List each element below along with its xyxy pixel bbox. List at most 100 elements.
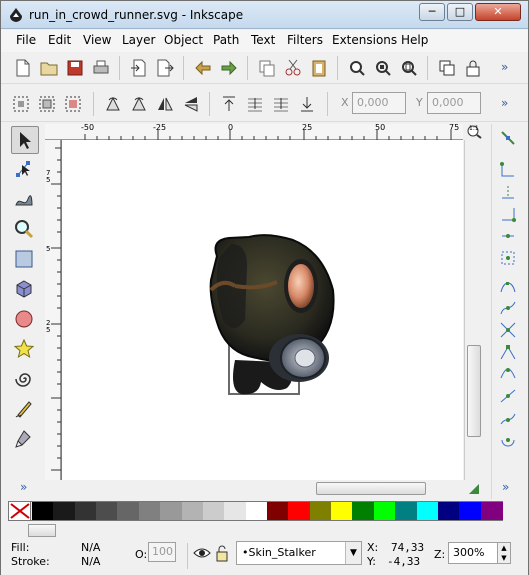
command-bar-overflow[interactable]: »	[501, 60, 508, 74]
vertical-scrollbar[interactable]	[464, 140, 482, 480]
drawing-canvas[interactable]	[61, 140, 463, 480]
import-button[interactable]	[129, 58, 149, 78]
menu-text[interactable]: Text	[251, 33, 275, 47]
select-all-layers-button[interactable]	[37, 94, 57, 114]
palette-swatch[interactable]	[373, 502, 396, 520]
horizontal-scroll-thumb[interactable]	[316, 482, 426, 495]
zoom-drawing-button[interactable]	[373, 58, 393, 78]
menu-help[interactable]: Help	[401, 33, 428, 47]
undo-button[interactable]	[193, 58, 213, 78]
palette-swatch[interactable]	[96, 502, 119, 520]
tool-controls-overflow[interactable]: »	[501, 96, 508, 110]
3d-box-tool-button[interactable]	[11, 276, 39, 304]
palette-swatch[interactable]	[245, 502, 268, 520]
menu-view[interactable]: View	[83, 33, 111, 47]
stalker-gas-mask-drawing[interactable]	[61, 140, 463, 480]
y-coordinate-input[interactable]: 0,000	[427, 92, 481, 114]
palette-swatch[interactable]	[117, 502, 140, 520]
palette-swatch[interactable]	[288, 502, 311, 520]
menu-extensions[interactable]: Extensions	[332, 33, 397, 47]
palette-swatch[interactable]	[202, 502, 225, 520]
palette-scrollbar[interactable]	[8, 523, 503, 538]
zoom-page-button[interactable]	[399, 58, 419, 78]
palette-swatch[interactable]	[437, 502, 460, 520]
menu-file[interactable]: File	[16, 33, 36, 47]
lower-button[interactable]	[271, 94, 291, 114]
palette-swatch[interactable]	[160, 502, 183, 520]
toolbox-overflow[interactable]: »	[20, 480, 27, 494]
horizontal-scrollbar[interactable]	[61, 481, 463, 497]
palette-swatch[interactable]	[32, 502, 54, 520]
no-paint-swatch[interactable]	[9, 502, 31, 520]
snap-line-midpoints-button[interactable]	[498, 386, 518, 406]
save-button[interactable]	[65, 58, 85, 78]
new-document-button[interactable]	[13, 58, 33, 78]
lower-to-bottom-button[interactable]	[297, 94, 317, 114]
current-layer-dropdown[interactable]: •Skin_Stalker ▼	[236, 541, 362, 565]
duplicate-button[interactable]	[257, 58, 277, 78]
open-button[interactable]	[39, 58, 59, 78]
deselect-button[interactable]	[63, 94, 83, 114]
snap-cusp-nodes-button[interactable]	[498, 342, 518, 362]
snap-bbox-corners-button[interactable]	[498, 204, 518, 224]
palette-swatch[interactable]	[74, 502, 97, 520]
star-tool-button[interactable]	[11, 336, 39, 364]
zoom-input[interactable]: 300%	[448, 542, 498, 564]
raise-button[interactable]	[245, 94, 265, 114]
flip-horizontal-button[interactable]	[155, 94, 175, 114]
palette-scroll-thumb[interactable]	[28, 524, 56, 537]
palette-swatch[interactable]	[181, 502, 204, 520]
zoom-1-1-button[interactable]: 1:1	[467, 125, 483, 139]
snap-rotation-centers-button[interactable]	[498, 430, 518, 450]
tweak-tool-button[interactable]	[11, 186, 39, 214]
palette-swatch[interactable]	[138, 502, 161, 520]
pencil-tool-button[interactable]	[11, 396, 39, 424]
select-all-button[interactable]	[11, 94, 31, 114]
color-manage-icon[interactable]	[467, 482, 481, 496]
eye-visibility-icon[interactable]	[193, 545, 211, 561]
palette-swatch[interactable]	[480, 502, 503, 520]
snap-paths-button[interactable]	[498, 298, 518, 318]
menu-edit[interactable]: Edit	[48, 33, 71, 47]
snap-intersections-button[interactable]	[498, 320, 518, 340]
zoom-tool-button[interactable]	[11, 216, 39, 244]
snap-smooth-nodes-button[interactable]	[498, 364, 518, 384]
spiral-tool-button[interactable]	[11, 366, 39, 394]
close-button[interactable]: ✕	[475, 3, 521, 21]
export-button[interactable]	[155, 58, 175, 78]
vertical-scroll-thumb[interactable]	[467, 345, 481, 437]
palette-swatch[interactable]	[309, 502, 332, 520]
selector-tool-button[interactable]	[11, 126, 39, 154]
flip-vertical-button[interactable]	[181, 94, 201, 114]
palette-swatch[interactable]	[395, 502, 418, 520]
lock-layer-icon[interactable]	[215, 544, 229, 562]
rectangle-tool-button[interactable]	[11, 246, 39, 274]
snap-nodes-button[interactable]	[498, 276, 518, 296]
palette-swatch[interactable]	[53, 502, 76, 520]
snap-bbox-button[interactable]	[498, 160, 518, 180]
snap-bbox-edges-button[interactable]	[498, 182, 518, 202]
menu-object[interactable]: Object	[164, 33, 203, 47]
ellipse-tool-button[interactable]	[11, 306, 39, 334]
snap-object-centers-button[interactable]	[498, 408, 518, 428]
palette-swatch[interactable]	[416, 502, 439, 520]
node-tool-button[interactable]	[11, 156, 39, 184]
cut-button[interactable]	[283, 58, 303, 78]
menu-filters[interactable]: Filters	[287, 33, 323, 47]
redo-button[interactable]	[219, 58, 239, 78]
raise-to-top-button[interactable]	[219, 94, 239, 114]
rotate-ccw-button[interactable]	[103, 94, 123, 114]
palette-swatch[interactable]	[459, 502, 482, 520]
pen-tool-button[interactable]	[11, 426, 39, 454]
paste-button[interactable]	[309, 58, 329, 78]
zoom-spinner[interactable]: ▲ ▼	[497, 542, 511, 564]
print-button[interactable]	[91, 58, 111, 78]
clone-button[interactable]	[437, 58, 457, 78]
menu-path[interactable]: Path	[213, 33, 239, 47]
x-coordinate-input[interactable]: 0,000	[352, 92, 406, 114]
snap-bbox-centers-button[interactable]	[498, 248, 518, 268]
snap-enable-button[interactable]	[498, 128, 518, 148]
minimize-button[interactable]: ─	[419, 3, 445, 21]
zoom-selection-button[interactable]	[347, 58, 367, 78]
palette-swatch[interactable]	[224, 502, 247, 520]
